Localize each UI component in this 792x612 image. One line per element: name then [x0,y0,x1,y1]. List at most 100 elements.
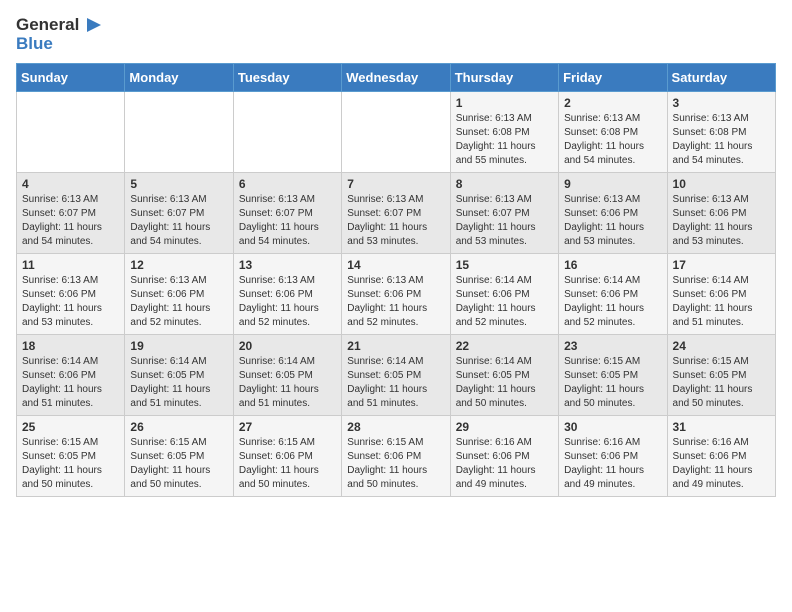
logo-general: General [16,16,79,35]
day-info: Sunrise: 6:15 AMSunset: 6:05 PMDaylight:… [22,437,102,490]
page-header: General Blue [16,16,776,53]
day-number: 16 [564,258,661,272]
calendar-cell [233,92,341,173]
day-number: 6 [239,177,336,191]
day-info: Sunrise: 6:13 AMSunset: 6:08 PMDaylight:… [456,113,536,166]
day-info: Sunrise: 6:16 AMSunset: 6:06 PMDaylight:… [673,437,753,490]
day-info: Sunrise: 6:13 AMSunset: 6:07 PMDaylight:… [347,194,427,247]
day-of-week-header: Sunday [17,64,125,92]
calendar-cell: 11 Sunrise: 6:13 AMSunset: 6:06 PMDaylig… [17,254,125,335]
day-number: 7 [347,177,444,191]
day-number: 24 [673,339,770,353]
day-number: 14 [347,258,444,272]
day-info: Sunrise: 6:13 AMSunset: 6:07 PMDaylight:… [456,194,536,247]
day-number: 11 [22,258,119,272]
day-info: Sunrise: 6:15 AMSunset: 6:05 PMDaylight:… [564,356,644,409]
calendar-cell [17,92,125,173]
logo-triangle-icon [81,16,103,34]
day-number: 21 [347,339,444,353]
calendar-cell: 2 Sunrise: 6:13 AMSunset: 6:08 PMDayligh… [559,92,667,173]
day-info: Sunrise: 6:16 AMSunset: 6:06 PMDaylight:… [456,437,536,490]
day-number: 19 [130,339,227,353]
calendar-cell: 25 Sunrise: 6:15 AMSunset: 6:05 PMDaylig… [17,416,125,497]
day-number: 28 [347,420,444,434]
calendar-cell: 17 Sunrise: 6:14 AMSunset: 6:06 PMDaylig… [667,254,775,335]
calendar-cell: 7 Sunrise: 6:13 AMSunset: 6:07 PMDayligh… [342,173,450,254]
day-info: Sunrise: 6:14 AMSunset: 6:05 PMDaylight:… [456,356,536,409]
calendar-cell: 23 Sunrise: 6:15 AMSunset: 6:05 PMDaylig… [559,335,667,416]
day-info: Sunrise: 6:16 AMSunset: 6:06 PMDaylight:… [564,437,644,490]
day-info: Sunrise: 6:14 AMSunset: 6:06 PMDaylight:… [673,275,753,328]
day-number: 3 [673,96,770,110]
calendar-table: SundayMondayTuesdayWednesdayThursdayFrid… [16,63,776,497]
calendar-cell: 5 Sunrise: 6:13 AMSunset: 6:07 PMDayligh… [125,173,233,254]
day-info: Sunrise: 6:13 AMSunset: 6:06 PMDaylight:… [22,275,102,328]
day-info: Sunrise: 6:14 AMSunset: 6:05 PMDaylight:… [130,356,210,409]
logo-container: General Blue [16,16,103,53]
calendar-cell: 3 Sunrise: 6:13 AMSunset: 6:08 PMDayligh… [667,92,775,173]
day-number: 15 [456,258,553,272]
day-number: 4 [22,177,119,191]
day-number: 31 [673,420,770,434]
calendar-cell: 1 Sunrise: 6:13 AMSunset: 6:08 PMDayligh… [450,92,558,173]
day-number: 18 [22,339,119,353]
day-info: Sunrise: 6:14 AMSunset: 6:05 PMDaylight:… [347,356,427,409]
calendar-cell: 9 Sunrise: 6:13 AMSunset: 6:06 PMDayligh… [559,173,667,254]
day-number: 27 [239,420,336,434]
day-of-week-header: Wednesday [342,64,450,92]
day-info: Sunrise: 6:13 AMSunset: 6:07 PMDaylight:… [130,194,210,247]
day-info: Sunrise: 6:15 AMSunset: 6:05 PMDaylight:… [130,437,210,490]
day-info: Sunrise: 6:13 AMSunset: 6:08 PMDaylight:… [673,113,753,166]
day-info: Sunrise: 6:14 AMSunset: 6:06 PMDaylight:… [456,275,536,328]
calendar-cell: 16 Sunrise: 6:14 AMSunset: 6:06 PMDaylig… [559,254,667,335]
day-info: Sunrise: 6:13 AMSunset: 6:06 PMDaylight:… [130,275,210,328]
day-of-week-header: Thursday [450,64,558,92]
day-number: 1 [456,96,553,110]
calendar-cell: 30 Sunrise: 6:16 AMSunset: 6:06 PMDaylig… [559,416,667,497]
day-number: 13 [239,258,336,272]
calendar-cell: 22 Sunrise: 6:14 AMSunset: 6:05 PMDaylig… [450,335,558,416]
calendar-cell: 20 Sunrise: 6:14 AMSunset: 6:05 PMDaylig… [233,335,341,416]
day-info: Sunrise: 6:13 AMSunset: 6:07 PMDaylight:… [22,194,102,247]
day-number: 5 [130,177,227,191]
day-info: Sunrise: 6:13 AMSunset: 6:06 PMDaylight:… [239,275,319,328]
calendar-cell: 31 Sunrise: 6:16 AMSunset: 6:06 PMDaylig… [667,416,775,497]
day-number: 26 [130,420,227,434]
day-info: Sunrise: 6:14 AMSunset: 6:06 PMDaylight:… [22,356,102,409]
day-of-week-header: Saturday [667,64,775,92]
calendar-cell: 27 Sunrise: 6:15 AMSunset: 6:06 PMDaylig… [233,416,341,497]
logo: General Blue [16,16,103,53]
day-of-week-header: Tuesday [233,64,341,92]
day-info: Sunrise: 6:13 AMSunset: 6:07 PMDaylight:… [239,194,319,247]
calendar-cell: 21 Sunrise: 6:14 AMSunset: 6:05 PMDaylig… [342,335,450,416]
day-number: 23 [564,339,661,353]
day-info: Sunrise: 6:13 AMSunset: 6:06 PMDaylight:… [673,194,753,247]
day-number: 22 [456,339,553,353]
day-info: Sunrise: 6:14 AMSunset: 6:05 PMDaylight:… [239,356,319,409]
day-info: Sunrise: 6:13 AMSunset: 6:06 PMDaylight:… [347,275,427,328]
calendar-cell: 19 Sunrise: 6:14 AMSunset: 6:05 PMDaylig… [125,335,233,416]
day-number: 9 [564,177,661,191]
calendar-cell: 13 Sunrise: 6:13 AMSunset: 6:06 PMDaylig… [233,254,341,335]
day-of-week-header: Monday [125,64,233,92]
day-info: Sunrise: 6:14 AMSunset: 6:06 PMDaylight:… [564,275,644,328]
day-info: Sunrise: 6:15 AMSunset: 6:06 PMDaylight:… [347,437,427,490]
calendar-cell: 24 Sunrise: 6:15 AMSunset: 6:05 PMDaylig… [667,335,775,416]
day-number: 8 [456,177,553,191]
day-info: Sunrise: 6:13 AMSunset: 6:06 PMDaylight:… [564,194,644,247]
day-number: 25 [22,420,119,434]
calendar-cell: 6 Sunrise: 6:13 AMSunset: 6:07 PMDayligh… [233,173,341,254]
calendar-cell: 4 Sunrise: 6:13 AMSunset: 6:07 PMDayligh… [17,173,125,254]
day-info: Sunrise: 6:13 AMSunset: 6:08 PMDaylight:… [564,113,644,166]
day-of-week-header: Friday [559,64,667,92]
calendar-cell: 12 Sunrise: 6:13 AMSunset: 6:06 PMDaylig… [125,254,233,335]
day-info: Sunrise: 6:15 AMSunset: 6:05 PMDaylight:… [673,356,753,409]
day-info: Sunrise: 6:15 AMSunset: 6:06 PMDaylight:… [239,437,319,490]
calendar-cell: 8 Sunrise: 6:13 AMSunset: 6:07 PMDayligh… [450,173,558,254]
day-number: 30 [564,420,661,434]
calendar-cell [125,92,233,173]
calendar-cell: 10 Sunrise: 6:13 AMSunset: 6:06 PMDaylig… [667,173,775,254]
calendar-cell: 18 Sunrise: 6:14 AMSunset: 6:06 PMDaylig… [17,335,125,416]
calendar-cell: 15 Sunrise: 6:14 AMSunset: 6:06 PMDaylig… [450,254,558,335]
day-number: 20 [239,339,336,353]
